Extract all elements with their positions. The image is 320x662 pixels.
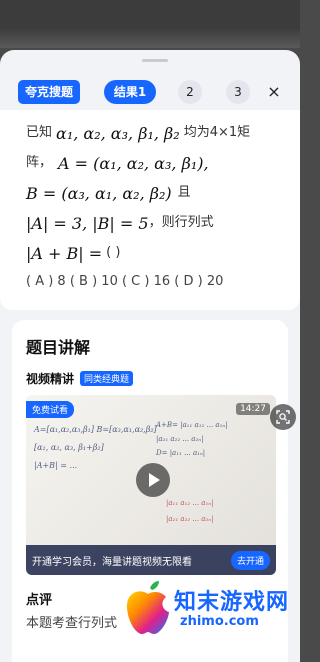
thumbnail-handwriting: A+B= |a₁₁ a₁₂ ... a₁ₙ|	[156, 421, 228, 429]
question-line-1: 已知 α₁, α₂, α₃, β₁, β₂ 均为4×1矩	[26, 118, 286, 148]
question-math: |A + B| =	[26, 243, 103, 263]
free-preview-tag: 免费试看	[26, 401, 75, 418]
thumbnail-handwriting: |a₁₁ a₁₂ ... a₁ₙ|	[166, 499, 214, 507]
question-line-5: |A + B| = ( )	[26, 238, 286, 268]
play-icon[interactable]	[136, 463, 170, 497]
thumbnail-handwriting: D= |a₁₁ ... a₁ₙ|	[156, 449, 206, 457]
similar-question-badge: 同类经典题	[80, 371, 134, 386]
result-tab-bar: 夸克搜题 结果1 2 3 ×	[0, 74, 300, 110]
question-math: α₁, α₂, α₃, β₁, β₂	[56, 123, 180, 143]
dimmed-backdrop[interactable]	[0, 0, 300, 48]
question-text: 阵，	[26, 155, 53, 170]
question-text: 已知	[26, 125, 53, 140]
scan-search-icon[interactable]	[270, 404, 296, 430]
answer-options: ( A ) 8 ( B ) 10 ( C ) 16 ( D ) 20	[26, 274, 224, 289]
membership-text: 开通学习会员，海量讲题视频无限看	[32, 556, 192, 568]
question-math: |A| = 3, |B| = 5	[26, 213, 149, 233]
thumbnail-handwriting: [α₁, α₂, α₃, β₁+β₂]	[34, 443, 104, 452]
question-line-4: |A| = 3, |B| = 5 ，则行列式	[26, 208, 286, 238]
question-text: ( )	[106, 245, 121, 260]
tab-result-2[interactable]: 2	[178, 80, 202, 104]
tab-result-3[interactable]: 3	[226, 80, 250, 104]
thumbnail-handwriting: |A+B| = ...	[34, 461, 78, 470]
watermark-url: zhimo.com	[180, 614, 259, 629]
result-sheet: 夸克搜题 结果1 2 3 × 已知 α₁, α₂, α₃, β₁, β₂ 均为4…	[0, 50, 300, 662]
video-label: 视频精讲	[26, 372, 75, 386]
video-player[interactable]: A=[α₁,α₂,α₃,β₁] B=[α₃,α₁,α₂,β₂] [α₁, α₂,…	[26, 395, 276, 575]
tab-result-1[interactable]: 结果1	[104, 80, 156, 104]
thumbnail-handwriting: |a₂₁ a₂₂ ... a₂ₙ|	[156, 435, 204, 443]
apple-logo-icon	[126, 581, 169, 634]
video-duration: 14:27	[236, 403, 270, 415]
question-math: B = (α₃, α₁, α₂, β₂)	[26, 183, 172, 203]
thumbnail-handwriting: A=[α₁,α₂,α₃,β₁] B=[α₃,α₁,α₂,β₂]	[34, 425, 157, 434]
site-watermark: 知末游戏网 zhimo.com	[122, 574, 300, 658]
section-title: 题目讲解	[26, 338, 91, 357]
video-header: 视频精讲 同类经典题	[26, 370, 274, 387]
question-text: ，则行列式	[148, 215, 214, 230]
watermark-text: 知末游戏网	[174, 590, 290, 615]
question-line-2: 阵， A = (α₁, α₂, α₃, β₁),	[26, 148, 286, 178]
membership-banner: 开通学习会员，海量讲题视频无限看 去开通	[26, 545, 276, 575]
question-text: 均为4×1矩	[183, 125, 251, 140]
open-membership-button[interactable]: 去开通	[230, 550, 270, 570]
question-line-3: B = (α₃, α₁, α₂, β₂) 且	[26, 178, 286, 208]
thumbnail-handwriting: |a₂₁ a₂₂ ... a₂ₙ|	[166, 515, 214, 523]
brand-badge: 夸克搜题	[18, 80, 81, 104]
question-text: 且	[177, 185, 191, 200]
drag-handle[interactable]	[142, 59, 168, 62]
question-card: 已知 α₁, α₂, α₃, β₁, β₂ 均为4×1矩 阵， A = (α₁,…	[0, 110, 300, 310]
question-math: A = (α₁, α₂, α₃, β₁),	[58, 153, 209, 173]
close-icon[interactable]: ×	[262, 80, 286, 104]
